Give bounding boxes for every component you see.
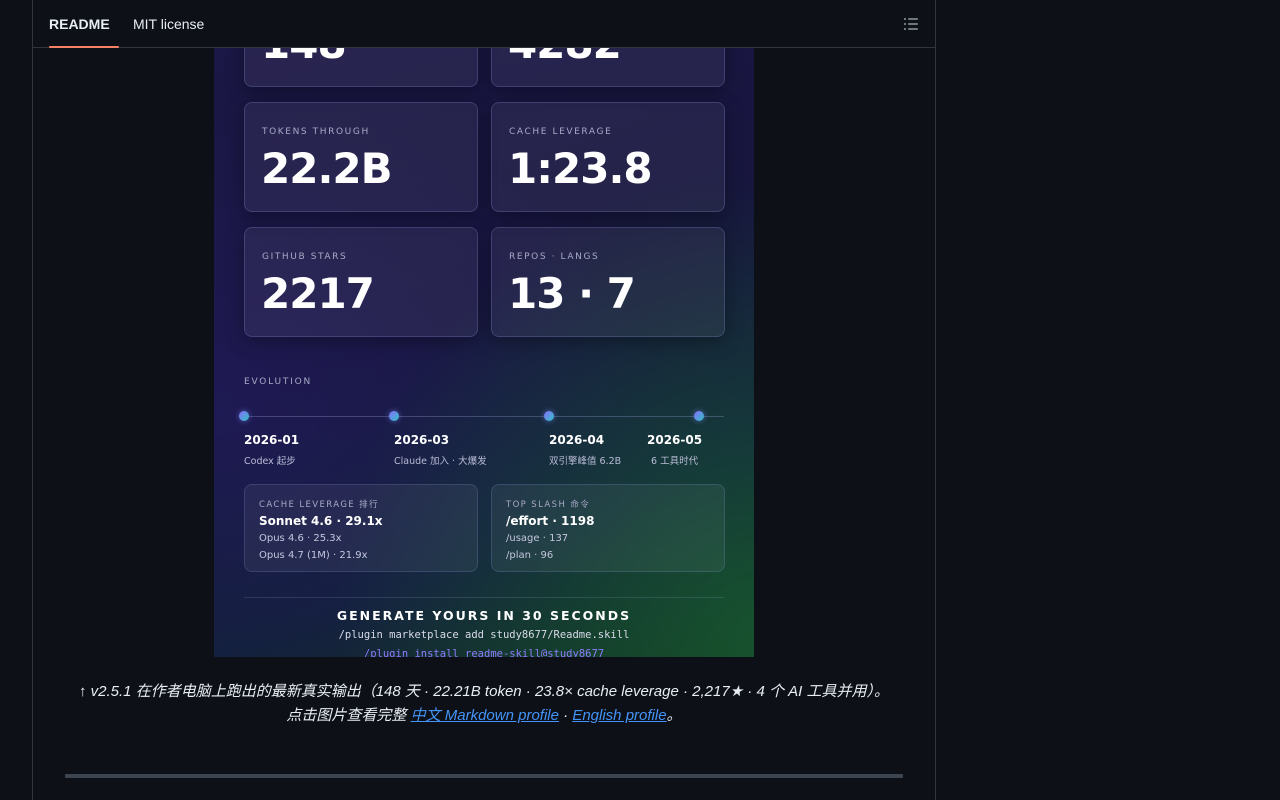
stat-card-sessions: 4282: [491, 47, 725, 87]
link-english-profile[interactable]: English profile: [572, 707, 666, 724]
stat-days-value: 148: [261, 47, 347, 68]
image-caption: ↑ v2.5.1 在作者电脑上跑出的最新真实输出（148 天 · 22.21B …: [53, 680, 915, 728]
milestone-desc: 6 工具时代: [651, 456, 699, 467]
top-slash-title: TOP SLASH 命令: [506, 500, 591, 510]
tab-readme-label: README: [49, 16, 110, 32]
readme-tabbar: README MIT license: [33, 0, 935, 48]
evolution-timeline: [244, 416, 724, 417]
top-slash-item: /usage · 137: [506, 533, 569, 544]
tab-readme[interactable]: README: [49, 0, 119, 48]
caption-line-2: 点击图片查看完整 中文 Markdown profile · English p…: [53, 704, 915, 728]
stat-card-repos: REPOS · LANGS 13 · 7: [491, 227, 725, 337]
link-chinese-profile[interactable]: 中文 Markdown profile: [411, 707, 559, 724]
readme-panel: README MIT license 148 4282 TOKENS THROU…: [32, 0, 936, 800]
milestone-date: 2026-04: [549, 433, 605, 447]
stat-card-days: 148: [244, 47, 478, 87]
install-command-plugin: /plugin install readme-skill@study8677: [363, 648, 605, 657]
milestone-date: 2026-05: [647, 433, 703, 447]
top-slash-card: TOP SLASH 命令 /effort · 1198 /usage · 137…: [491, 484, 725, 572]
horizontal-rule: [65, 774, 903, 778]
list-unordered-icon[interactable]: [903, 16, 919, 32]
milestone-date: 2026-01: [244, 433, 300, 447]
caption-prefix: 点击图片查看完整: [286, 707, 411, 724]
cache-rank-item: Opus 4.7 (1M) · 21.9x: [259, 550, 368, 561]
milestone-desc: Codex 起步: [244, 456, 296, 467]
tab-mit-license-label: MIT license: [133, 16, 205, 32]
top-slash-item: /plan · 96: [506, 550, 554, 561]
milestone-desc: Claude 加入 · 大爆发: [394, 456, 487, 467]
stat-stars-label: GITHUB STARS: [262, 252, 348, 262]
stat-stars-value: 2217: [261, 269, 375, 318]
stat-cache-value: 1:23.8: [508, 144, 653, 193]
stat-repos-label: REPOS · LANGS: [509, 252, 600, 262]
tab-mit-license[interactable]: MIT license: [133, 0, 204, 47]
caption-suffix: 。: [666, 707, 682, 724]
evolution-dot: [239, 411, 249, 421]
milestone-desc: 双引擎峰值 6.2B: [549, 456, 622, 467]
evolution-dot: [694, 411, 704, 421]
evolution-title: EVOLUTION: [244, 377, 313, 387]
milestone-date: 2026-03: [394, 433, 450, 447]
install-command-marketplace: /plugin marketplace add study8677/Readme…: [338, 629, 630, 641]
cache-leverage-rank-card: CACHE LEVERAGE 排行 Sonnet 4.6 · 29.1x Opu…: [244, 484, 478, 572]
cache-rank-item: Opus 4.6 · 25.3x: [259, 533, 342, 544]
stat-card-tokens: TOKENS THROUGH 22.2B: [244, 102, 478, 212]
stat-sessions-value: 4282: [508, 47, 622, 68]
card-divider: [244, 597, 724, 598]
stat-card-cache: CACHE LEVERAGE 1:23.8: [491, 102, 725, 212]
stat-card-stars: GITHUB STARS 2217: [244, 227, 478, 337]
cache-rank-item: Sonnet 4.6 · 29.1x: [259, 514, 383, 528]
stat-tokens-value: 22.2B: [261, 144, 393, 193]
evolution-dot: [389, 411, 399, 421]
profile-card-image[interactable]: 148 4282 TOKENS THROUGH 22.2B CACHE LEVE…: [214, 47, 754, 657]
evolution-dot: [544, 411, 554, 421]
stat-tokens-label: TOKENS THROUGH: [262, 127, 370, 137]
caption-line-1: ↑ v2.5.1 在作者电脑上跑出的最新真实输出（148 天 · 22.21B …: [79, 683, 889, 700]
stat-repos-value: 13 · 7: [508, 269, 636, 318]
cache-rank-title: CACHE LEVERAGE 排行: [259, 500, 379, 510]
generate-title: GENERATE YOURS IN 30 SECONDS: [336, 608, 632, 623]
caption-separator: ·: [558, 707, 573, 724]
top-slash-item: /effort · 1198: [506, 514, 595, 528]
stat-cache-label: CACHE LEVERAGE: [509, 127, 613, 137]
